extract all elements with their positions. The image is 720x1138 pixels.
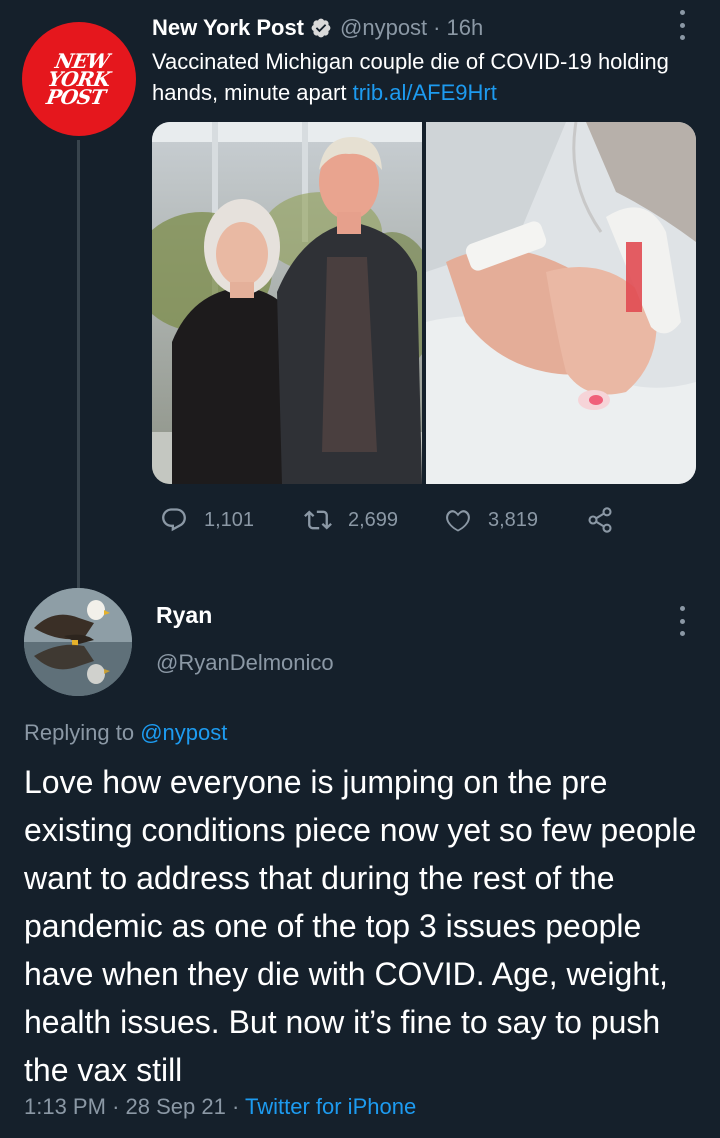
replying-to-prefix: Replying to — [24, 720, 135, 745]
eagle-avatar-image — [24, 588, 132, 696]
nypost-avatar[interactable]: NEW YORK POST — [22, 22, 136, 136]
share-icon — [588, 507, 612, 533]
like-icon — [446, 510, 470, 532]
replying-to-mention[interactable]: @nypost — [140, 720, 227, 745]
holding-hands-photo[interactable] — [426, 122, 696, 484]
parent-timestamp[interactable]: 16h — [447, 15, 484, 41]
replying-to-line: Replying to @nypost — [24, 720, 227, 746]
reply-handle[interactable]: @RyanDelmonico — [156, 650, 334, 676]
separator-dot: · — [433, 15, 441, 40]
couple-photo-illustration — [152, 122, 422, 484]
parent-display-name[interactable]: New York Post — [152, 15, 304, 41]
retweet-icon — [304, 510, 332, 530]
reply-count: 1,101 — [204, 508, 255, 531]
reply-date[interactable]: 28 Sep 21 — [126, 1094, 226, 1119]
tweet-media[interactable] — [152, 122, 696, 484]
parent-handle[interactable]: @nypost — [340, 15, 427, 41]
retweet-button[interactable]: 2,699 — [304, 506, 444, 534]
reply-display-name[interactable]: Ryan — [156, 602, 212, 629]
separator-dot: · — [231, 1094, 240, 1119]
reply-time[interactable]: 1:13 PM — [24, 1094, 106, 1119]
separator-dot: · — [112, 1094, 120, 1119]
parent-action-bar: 1,101 2,699 3,819 — [160, 506, 614, 534]
nypost-logo: NEW YORK POST — [44, 49, 112, 109]
reply-icon — [162, 508, 186, 532]
tweet-source-link[interactable]: Twitter for iPhone — [245, 1094, 416, 1119]
thread-connector-line — [77, 140, 80, 588]
more-options-icon[interactable] — [677, 10, 687, 40]
share-button[interactable] — [586, 506, 614, 534]
parent-tweet-text: Vaccinated Michigan couple die of COVID-… — [152, 46, 692, 108]
reply-meta-row: 1:13 PM · 28 Sep 21 · Twitter for iPhone — [24, 1094, 416, 1120]
parent-tweet-header: New York Post @nypost · 16h — [152, 12, 483, 44]
article-link[interactable]: trib.al/AFE9Hrt — [353, 80, 497, 105]
holding-hands-illustration — [426, 122, 696, 484]
like-count: 3,819 — [488, 508, 539, 531]
like-button[interactable]: 3,819 — [444, 506, 586, 534]
reply-more-options-icon[interactable] — [677, 606, 687, 636]
verified-badge-icon — [311, 18, 331, 38]
reply-button[interactable]: 1,101 — [160, 506, 304, 534]
ryan-avatar[interactable] — [24, 588, 132, 696]
reply-tweet-text: Love how everyone is jumping on the pre … — [24, 764, 697, 1088]
retweet-count: 2,699 — [348, 508, 399, 531]
couple-photo[interactable] — [152, 122, 422, 484]
